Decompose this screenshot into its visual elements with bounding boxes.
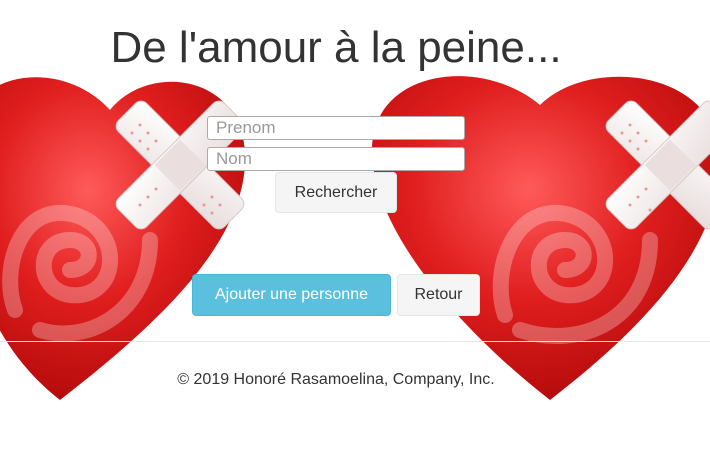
footer-copyright: © 2019 Honoré Rasamoelina, Company, Inc. — [177, 371, 495, 388]
footer-divider — [0, 341, 710, 342]
search-button[interactable]: Rechercher — [275, 172, 397, 213]
firstname-input[interactable] — [207, 116, 465, 140]
lastname-input[interactable] — [207, 147, 465, 171]
page-content: De l'amour à la peine... Rechercher Ajou… — [0, 0, 710, 462]
add-person-button[interactable]: Ajouter une personne — [192, 274, 391, 316]
back-button[interactable]: Retour — [397, 274, 480, 316]
page-title: De l'amour à la peine... — [110, 23, 562, 72]
